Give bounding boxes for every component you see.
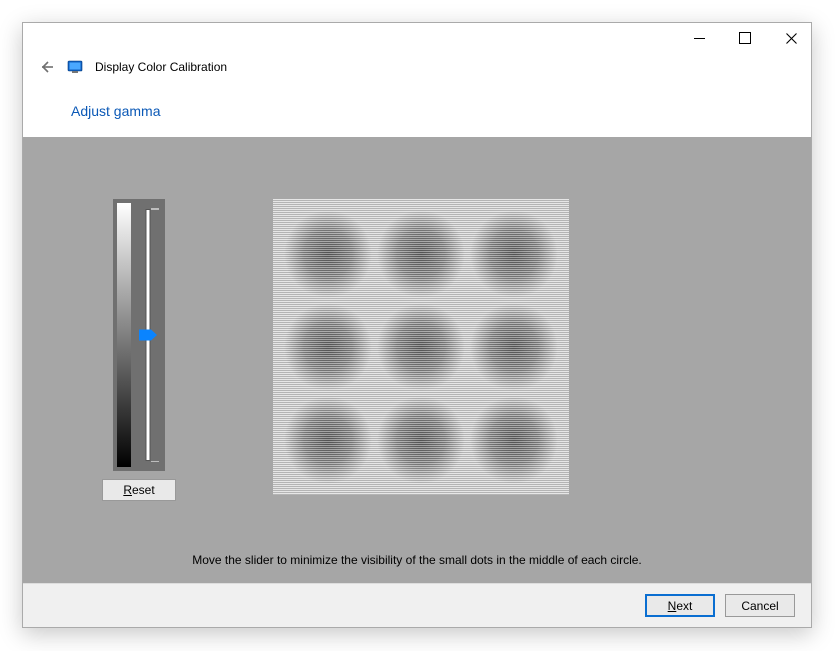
reset-accelerator: R — [123, 483, 132, 497]
reset-label-rest: eset — [132, 483, 155, 497]
cancel-button[interactable]: Cancel — [725, 594, 795, 617]
titlebar — [23, 23, 811, 53]
maximize-button[interactable] — [731, 26, 759, 50]
app-icon — [67, 59, 83, 75]
app-title: Display Color Calibration — [95, 60, 227, 74]
slider-tick-bottom — [151, 461, 159, 463]
close-button[interactable] — [777, 26, 805, 50]
slider-thumb[interactable] — [139, 330, 157, 341]
content-area: Reset — [23, 137, 811, 583]
slider-track[interactable] — [135, 203, 161, 467]
next-label-rest: ext — [676, 599, 692, 613]
header: Display Color Calibration — [23, 53, 811, 81]
back-arrow-icon[interactable] — [37, 58, 55, 76]
cancel-label: Cancel — [741, 599, 778, 613]
next-button[interactable]: Next — [645, 594, 715, 617]
minimize-button[interactable] — [685, 26, 713, 50]
instruction-text: Move the slider to minimize the visibili… — [23, 553, 811, 567]
gradient-strip — [117, 203, 131, 467]
gamma-slider[interactable] — [113, 199, 165, 471]
reset-button[interactable]: Reset — [102, 479, 176, 501]
gamma-test-pattern — [273, 199, 569, 495]
page-heading: Adjust gamma — [23, 81, 811, 137]
calibration-window: Display Color Calibration Adjust gamma R… — [22, 22, 812, 628]
footer: Next Cancel — [23, 583, 811, 627]
slider-tick-top — [151, 208, 159, 210]
